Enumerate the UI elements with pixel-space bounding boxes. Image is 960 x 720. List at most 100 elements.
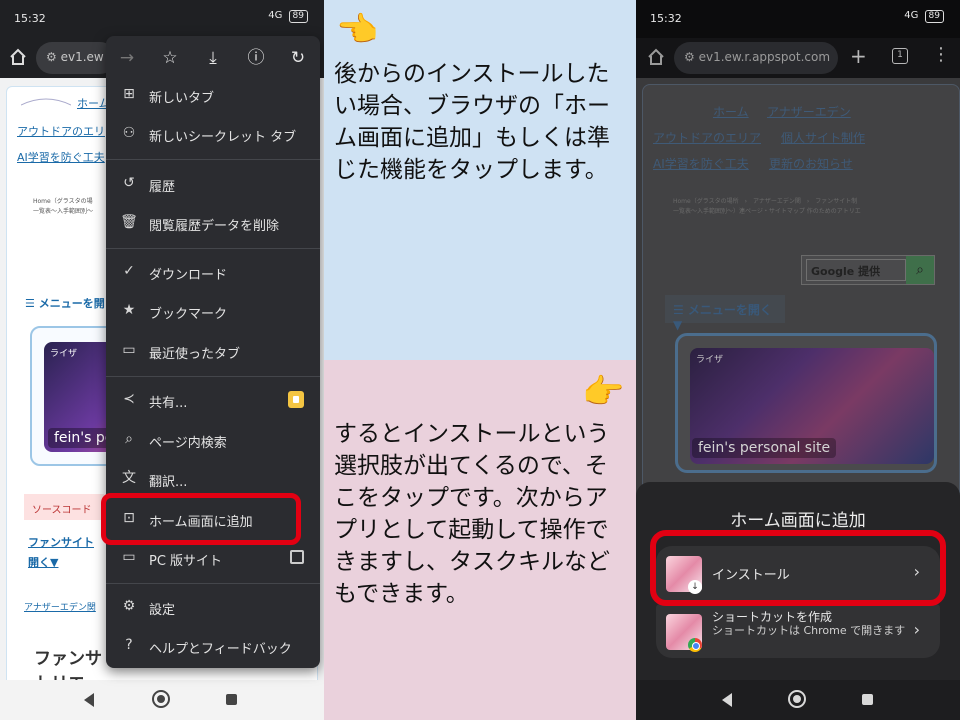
info-icon[interactable]: ⓘ bbox=[245, 47, 267, 69]
site-settings-icon[interactable]: ⚙ bbox=[46, 50, 57, 64]
new-tab-icon: ⊞ bbox=[123, 86, 135, 102]
fansite-open-link[interactable]: 開く▼ bbox=[28, 554, 58, 570]
status-bar: 15:32 4G 89 bbox=[0, 0, 324, 38]
chrome-overflow-menu: → ☆ ⤓ ⓘ ↻ ⊞ 新しいタブ ⚇ 新しいシークレット タブ ↺ 履歴 🗑 … bbox=[106, 36, 320, 668]
desktop-site-checkbox[interactable] bbox=[290, 550, 304, 564]
translate-icon: 文 bbox=[122, 470, 136, 486]
nav-home-link[interactable]: ホーム bbox=[713, 103, 749, 120]
more-options-icon[interactable]: ⋮ bbox=[932, 44, 950, 65]
recents-icon[interactable] bbox=[862, 694, 873, 705]
menu-label: 設定 bbox=[149, 603, 176, 618]
system-nav-bar bbox=[0, 680, 324, 720]
url-text: ev1.ew.r.appspot.com bbox=[698, 50, 831, 64]
home-icon[interactable] bbox=[8, 47, 28, 67]
menu-new-tab[interactable]: ⊞ 新しいタブ bbox=[106, 76, 320, 114]
battery-indicator: 89 bbox=[288, 10, 308, 23]
menu-new-incognito-tab[interactable]: ⚇ 新しいシークレット タブ bbox=[106, 115, 320, 153]
ai-protection-link[interactable]: AI学習を防ぐ工夫 bbox=[17, 149, 105, 165]
menu-downloads[interactable]: ✓ ダウンロード bbox=[106, 253, 320, 291]
site-settings-icon[interactable]: ⚙ bbox=[684, 50, 699, 64]
back-icon[interactable] bbox=[84, 693, 94, 707]
app-thumbnail bbox=[666, 614, 702, 652]
status-time: 15:32 bbox=[650, 12, 682, 25]
instruction-text-top: 後からのインストールしたい場合、ブラウザの「ホーム画面に追加」もしくは準じた機能… bbox=[334, 61, 610, 183]
menu-label: 最近使ったタブ bbox=[149, 347, 241, 362]
home-icon[interactable] bbox=[646, 47, 666, 67]
tab-switcher-button[interactable]: 1 bbox=[892, 48, 908, 64]
menu-share[interactable]: ≺ 共有... bbox=[106, 381, 320, 419]
breadcrumb-line-2[interactable]: 一覧表〜入手範囲別〜 bbox=[33, 207, 93, 217]
desktop-icon: ▭ bbox=[122, 549, 136, 565]
another-eden-link[interactable]: アナザーエデン関 bbox=[24, 600, 96, 613]
sheet-title: ホーム画面に追加 bbox=[730, 511, 866, 531]
search-icon[interactable]: ⌕ bbox=[906, 256, 934, 284]
pointing-hand-icon: 👉 bbox=[582, 372, 625, 412]
system-nav-bar bbox=[636, 680, 960, 720]
banner-label: fein's personal site bbox=[692, 438, 837, 458]
source-code-label: ソースコード bbox=[24, 494, 104, 520]
fansite-link[interactable]: ファンサイト bbox=[28, 534, 94, 550]
instruction-panel-top: 👈 後からのインストールしたい場合、ブラウザの「ホーム画面に追加」もしくは準じた… bbox=[324, 0, 636, 360]
menu-bookmarks[interactable]: ★ ブックマーク bbox=[106, 292, 320, 330]
outdoor-area-link[interactable]: アウトドアのエリ bbox=[17, 123, 105, 139]
menu-label: 翻訳... bbox=[149, 475, 188, 490]
menu-divider bbox=[106, 159, 320, 160]
forward-icon[interactable]: → bbox=[116, 47, 138, 69]
share-icon: ≺ bbox=[123, 391, 135, 407]
new-tab-plus-icon[interactable]: + bbox=[850, 44, 867, 68]
bookmark-star-icon[interactable]: ☆ bbox=[159, 47, 181, 69]
google-search-box: Google 提供 ⌕ bbox=[801, 255, 935, 285]
menu-divider bbox=[106, 583, 320, 584]
chevron-right-icon: › bbox=[913, 620, 920, 639]
menu-label: ページ内検索 bbox=[149, 436, 227, 451]
status-indicators: 4G 89 bbox=[904, 10, 944, 23]
right-phone-screen: 15:32 4G 89 ⚙ ev1.ew.r.appspot.com + 1 ⋮… bbox=[636, 0, 960, 720]
address-bar: ⚙ ev1.ew.r.appspot.com + 1 ⋮ bbox=[636, 38, 960, 78]
menu-clear-browsing-data[interactable]: 🗑 閲覧履歴データを削除 bbox=[106, 204, 320, 242]
download-icon[interactable]: ⤓ bbox=[202, 47, 224, 69]
webpage-card: ホーム アナザーエデン アウトドアのエリア 個人サイト制作 AI学習を防ぐ工夫 … bbox=[642, 84, 960, 504]
url-field[interactable]: ⚙ ev1.ew.r.appspot.com bbox=[674, 42, 838, 74]
menu-history[interactable]: ↺ 履歴 bbox=[106, 165, 320, 203]
google-search-input[interactable]: Google 提供 bbox=[806, 259, 906, 281]
nav-home-link[interactable]: ホーム bbox=[77, 95, 110, 111]
back-icon[interactable] bbox=[722, 693, 732, 707]
personal-site-link[interactable]: 個人サイト制作 bbox=[781, 129, 865, 146]
network-indicator: 4G bbox=[268, 10, 283, 21]
site-banner[interactable]: ライザ fein's personal site bbox=[675, 333, 937, 473]
site-logo-icon bbox=[21, 98, 71, 106]
menu-settings[interactable]: ⚙ 設定 bbox=[106, 588, 320, 626]
home-button-icon[interactable] bbox=[152, 690, 170, 708]
devices-icon: ▭ bbox=[122, 342, 136, 358]
highlight-box-install bbox=[650, 530, 946, 606]
outdoor-area-link[interactable]: アウトドアのエリア bbox=[653, 129, 761, 146]
menu-find-in-page[interactable]: ⌕ ページ内検索 bbox=[106, 421, 320, 459]
status-indicators: 4G 89 bbox=[268, 10, 308, 23]
updates-link[interactable]: 更新のお知らせ bbox=[769, 155, 853, 172]
menu-label: 履歴 bbox=[149, 180, 176, 195]
breadcrumb-line-2[interactable]: 一覧表〜入手範囲別〜）連ページ・サイトマップ 作のためのアトリエ bbox=[673, 207, 861, 217]
find-in-page-icon: ⌕ bbox=[125, 431, 133, 447]
url-text: ev1.ew bbox=[60, 50, 104, 64]
url-field[interactable]: ⚙ ev1.ew bbox=[36, 42, 116, 74]
home-button-icon[interactable] bbox=[788, 690, 806, 708]
create-shortcut-option[interactable]: ショートカットを作成 ショートカットは Chrome で開きます › bbox=[656, 604, 940, 658]
menu-label: PC 版サイト bbox=[149, 554, 223, 569]
recents-icon[interactable] bbox=[226, 694, 237, 705]
menu-recent-tabs[interactable]: ▭ 最近使ったタブ bbox=[106, 332, 320, 370]
banner-tag: ライザ bbox=[696, 355, 724, 365]
reload-icon[interactable]: ↻ bbox=[287, 47, 309, 69]
breadcrumb-line-1[interactable]: Home（グラスタの場 bbox=[33, 197, 93, 207]
highlight-box-add-to-home bbox=[101, 493, 301, 545]
menu-divider bbox=[106, 376, 320, 377]
nav-another-eden-link[interactable]: アナザーエデン bbox=[767, 103, 851, 120]
menu-toggle[interactable]: ☰ メニューを開 bbox=[25, 295, 105, 311]
menu-toggle[interactable]: ☰ メニューを開く ▼ bbox=[665, 295, 785, 332]
menu-divider bbox=[106, 248, 320, 249]
pointing-hand-icon: 👈 bbox=[336, 10, 379, 50]
menu-help-feedback[interactable]: ? ヘルプとフィードバック bbox=[106, 627, 320, 665]
breadcrumb-line-1[interactable]: Home（グラスタの場所 › アナザーエデン関 › ファンサイト制 bbox=[673, 197, 861, 207]
menu-label: 新しいタブ bbox=[149, 91, 215, 106]
ai-protection-link[interactable]: AI学習を防ぐ工夫 bbox=[653, 155, 749, 172]
downloads-icon: ✓ bbox=[123, 263, 135, 279]
